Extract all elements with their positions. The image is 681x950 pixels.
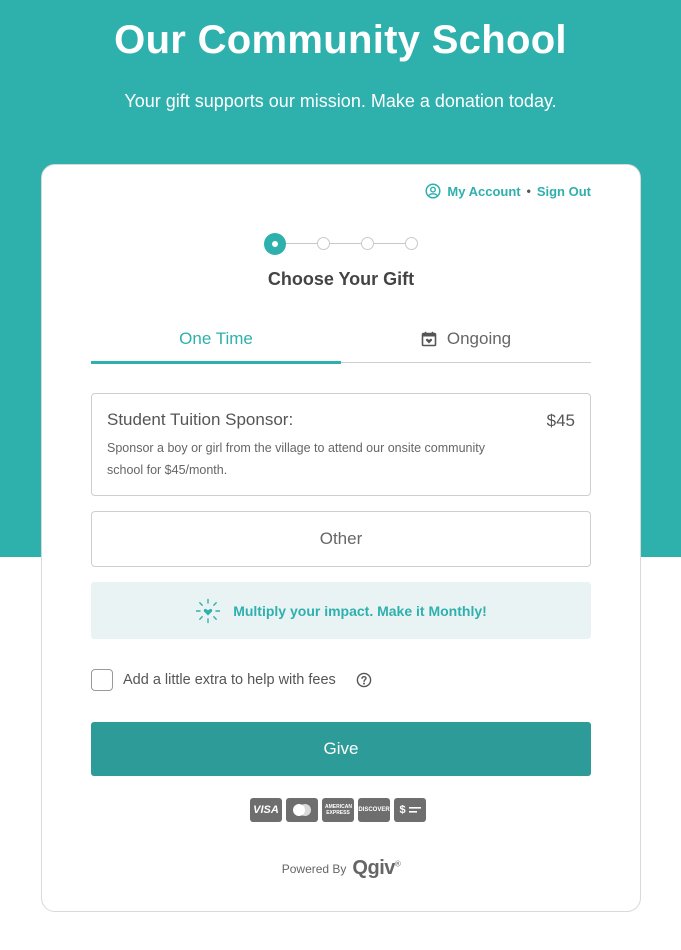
check-lines: [408, 807, 421, 813]
tab-one-time-label: One Time: [179, 328, 253, 348]
sparkle-heart-icon: [196, 598, 221, 623]
account-separator: •: [526, 184, 531, 198]
calendar-heart-icon: [421, 331, 437, 346]
fees-label[interactable]: Add a little extra to help with fees: [123, 672, 336, 688]
page-title: Our Community School: [114, 18, 567, 62]
give-button[interactable]: Give: [91, 722, 591, 776]
monthly-upsell-banner[interactable]: Multiply your impact. Make it Monthly!: [91, 582, 591, 639]
fees-option: Add a little extra to help with fees: [91, 669, 372, 691]
stepper-line: [286, 243, 412, 244]
other-amount-button[interactable]: Other: [91, 511, 591, 567]
bank-check-icon: $: [394, 798, 426, 822]
powered-by-label: Powered By: [281, 861, 347, 876]
amex-icon: AMERICAN EXPRESS: [322, 798, 354, 822]
powered-by-footer: Powered By Qgiv®: [42, 857, 640, 880]
other-label: Other: [319, 529, 363, 548]
mastercard-icon: [286, 798, 318, 822]
progress-stepper: [264, 232, 424, 256]
gift-amount: $45: [546, 411, 575, 430]
user-circle-icon: [425, 183, 441, 199]
tab-ongoing[interactable]: Ongoing: [341, 315, 591, 362]
fees-checkbox[interactable]: [91, 669, 113, 691]
step-4-indicator: [405, 237, 418, 250]
qgiv-logo[interactable]: Qgiv®: [352, 857, 400, 880]
sign-out-link[interactable]: Sign Out: [537, 184, 591, 199]
mastercard-circles: [293, 804, 311, 816]
give-button-label: Give: [323, 739, 359, 758]
step-3-indicator: [361, 237, 374, 250]
gift-option-tuition[interactable]: Student Tuition Sponsor: $45 Sponsor a b…: [91, 393, 591, 496]
monthly-banner-text: Multiply your impact. Make it Monthly!: [233, 602, 487, 619]
tab-ongoing-label: Ongoing: [446, 328, 512, 348]
visa-icon: VISA: [250, 798, 282, 822]
donation-form-card: My Account • Sign Out Choose Your Gift O…: [41, 164, 641, 912]
page-subtitle: Your gift supports our mission. Make a d…: [124, 91, 557, 111]
discover-icon: DISCOVER: [358, 798, 390, 822]
frequency-tabs: One Time Ongoing: [91, 315, 591, 364]
step-title: Choose Your Gift: [267, 269, 415, 289]
tab-one-time[interactable]: One Time: [91, 315, 341, 364]
my-account-link[interactable]: My Account: [447, 184, 520, 199]
question-circle-icon[interactable]: [356, 672, 372, 688]
account-links: My Account • Sign Out: [425, 183, 591, 199]
gift-description: Sponsor a boy or girl from the village t…: [107, 441, 485, 477]
step-2-indicator: [317, 237, 330, 250]
payment-methods: VISA AMERICAN EXPRESS DISCOVER $: [250, 798, 426, 822]
gift-name: Student Tuition Sponsor:: [107, 410, 294, 429]
step-1-indicator: [264, 233, 286, 255]
